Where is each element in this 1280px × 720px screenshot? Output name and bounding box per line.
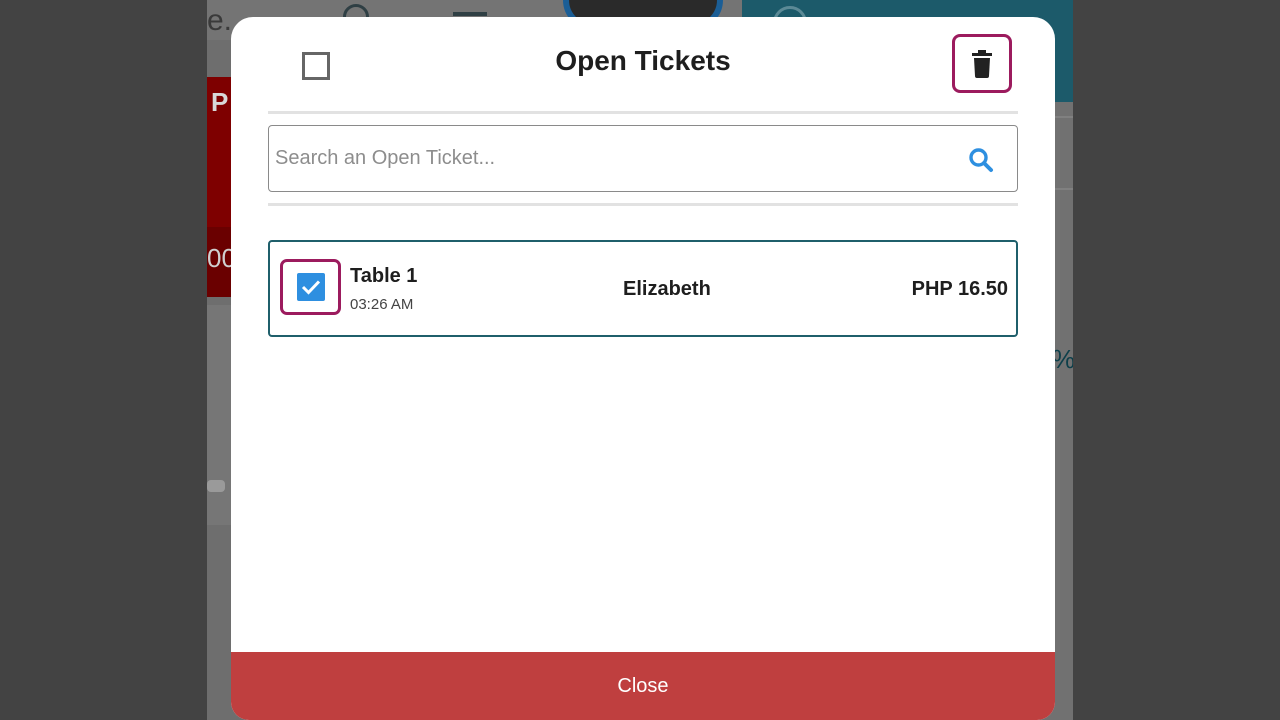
search-box	[268, 125, 1018, 192]
modal-title: Open Tickets	[555, 45, 731, 76]
ticket-time: 03:26 AM	[350, 296, 414, 313]
ticket-amount: PHP 16.50	[911, 278, 1008, 300]
background-percent-text: %	[1052, 344, 1073, 374]
checkmark-icon	[301, 280, 320, 295]
search-divider	[268, 203, 1018, 206]
header-divider	[268, 111, 1018, 114]
open-tickets-modal: Open Tickets Table 1 03:26 AM Elizabeth …	[231, 17, 1055, 720]
ticket-row[interactable]: Table 1 03:26 AM Elizabeth PHP 16.50	[268, 240, 1018, 337]
background-slider-handle	[207, 480, 225, 492]
close-button[interactable]: Close	[231, 652, 1055, 720]
ticket-checkbox-highlight	[280, 259, 341, 315]
background-search-text: e.	[207, 4, 233, 37]
trash-icon	[972, 49, 992, 78]
search-icon[interactable]	[968, 147, 994, 173]
search-input[interactable]	[275, 126, 955, 191]
ticket-customer: Elizabeth	[623, 278, 711, 300]
delete-tickets-button[interactable]	[952, 34, 1012, 93]
ticket-checkbox[interactable]	[296, 273, 325, 301]
background-red-card-letter: P	[211, 87, 229, 117]
background-menu-icon	[453, 12, 487, 16]
ticket-name: Table 1	[350, 265, 418, 287]
